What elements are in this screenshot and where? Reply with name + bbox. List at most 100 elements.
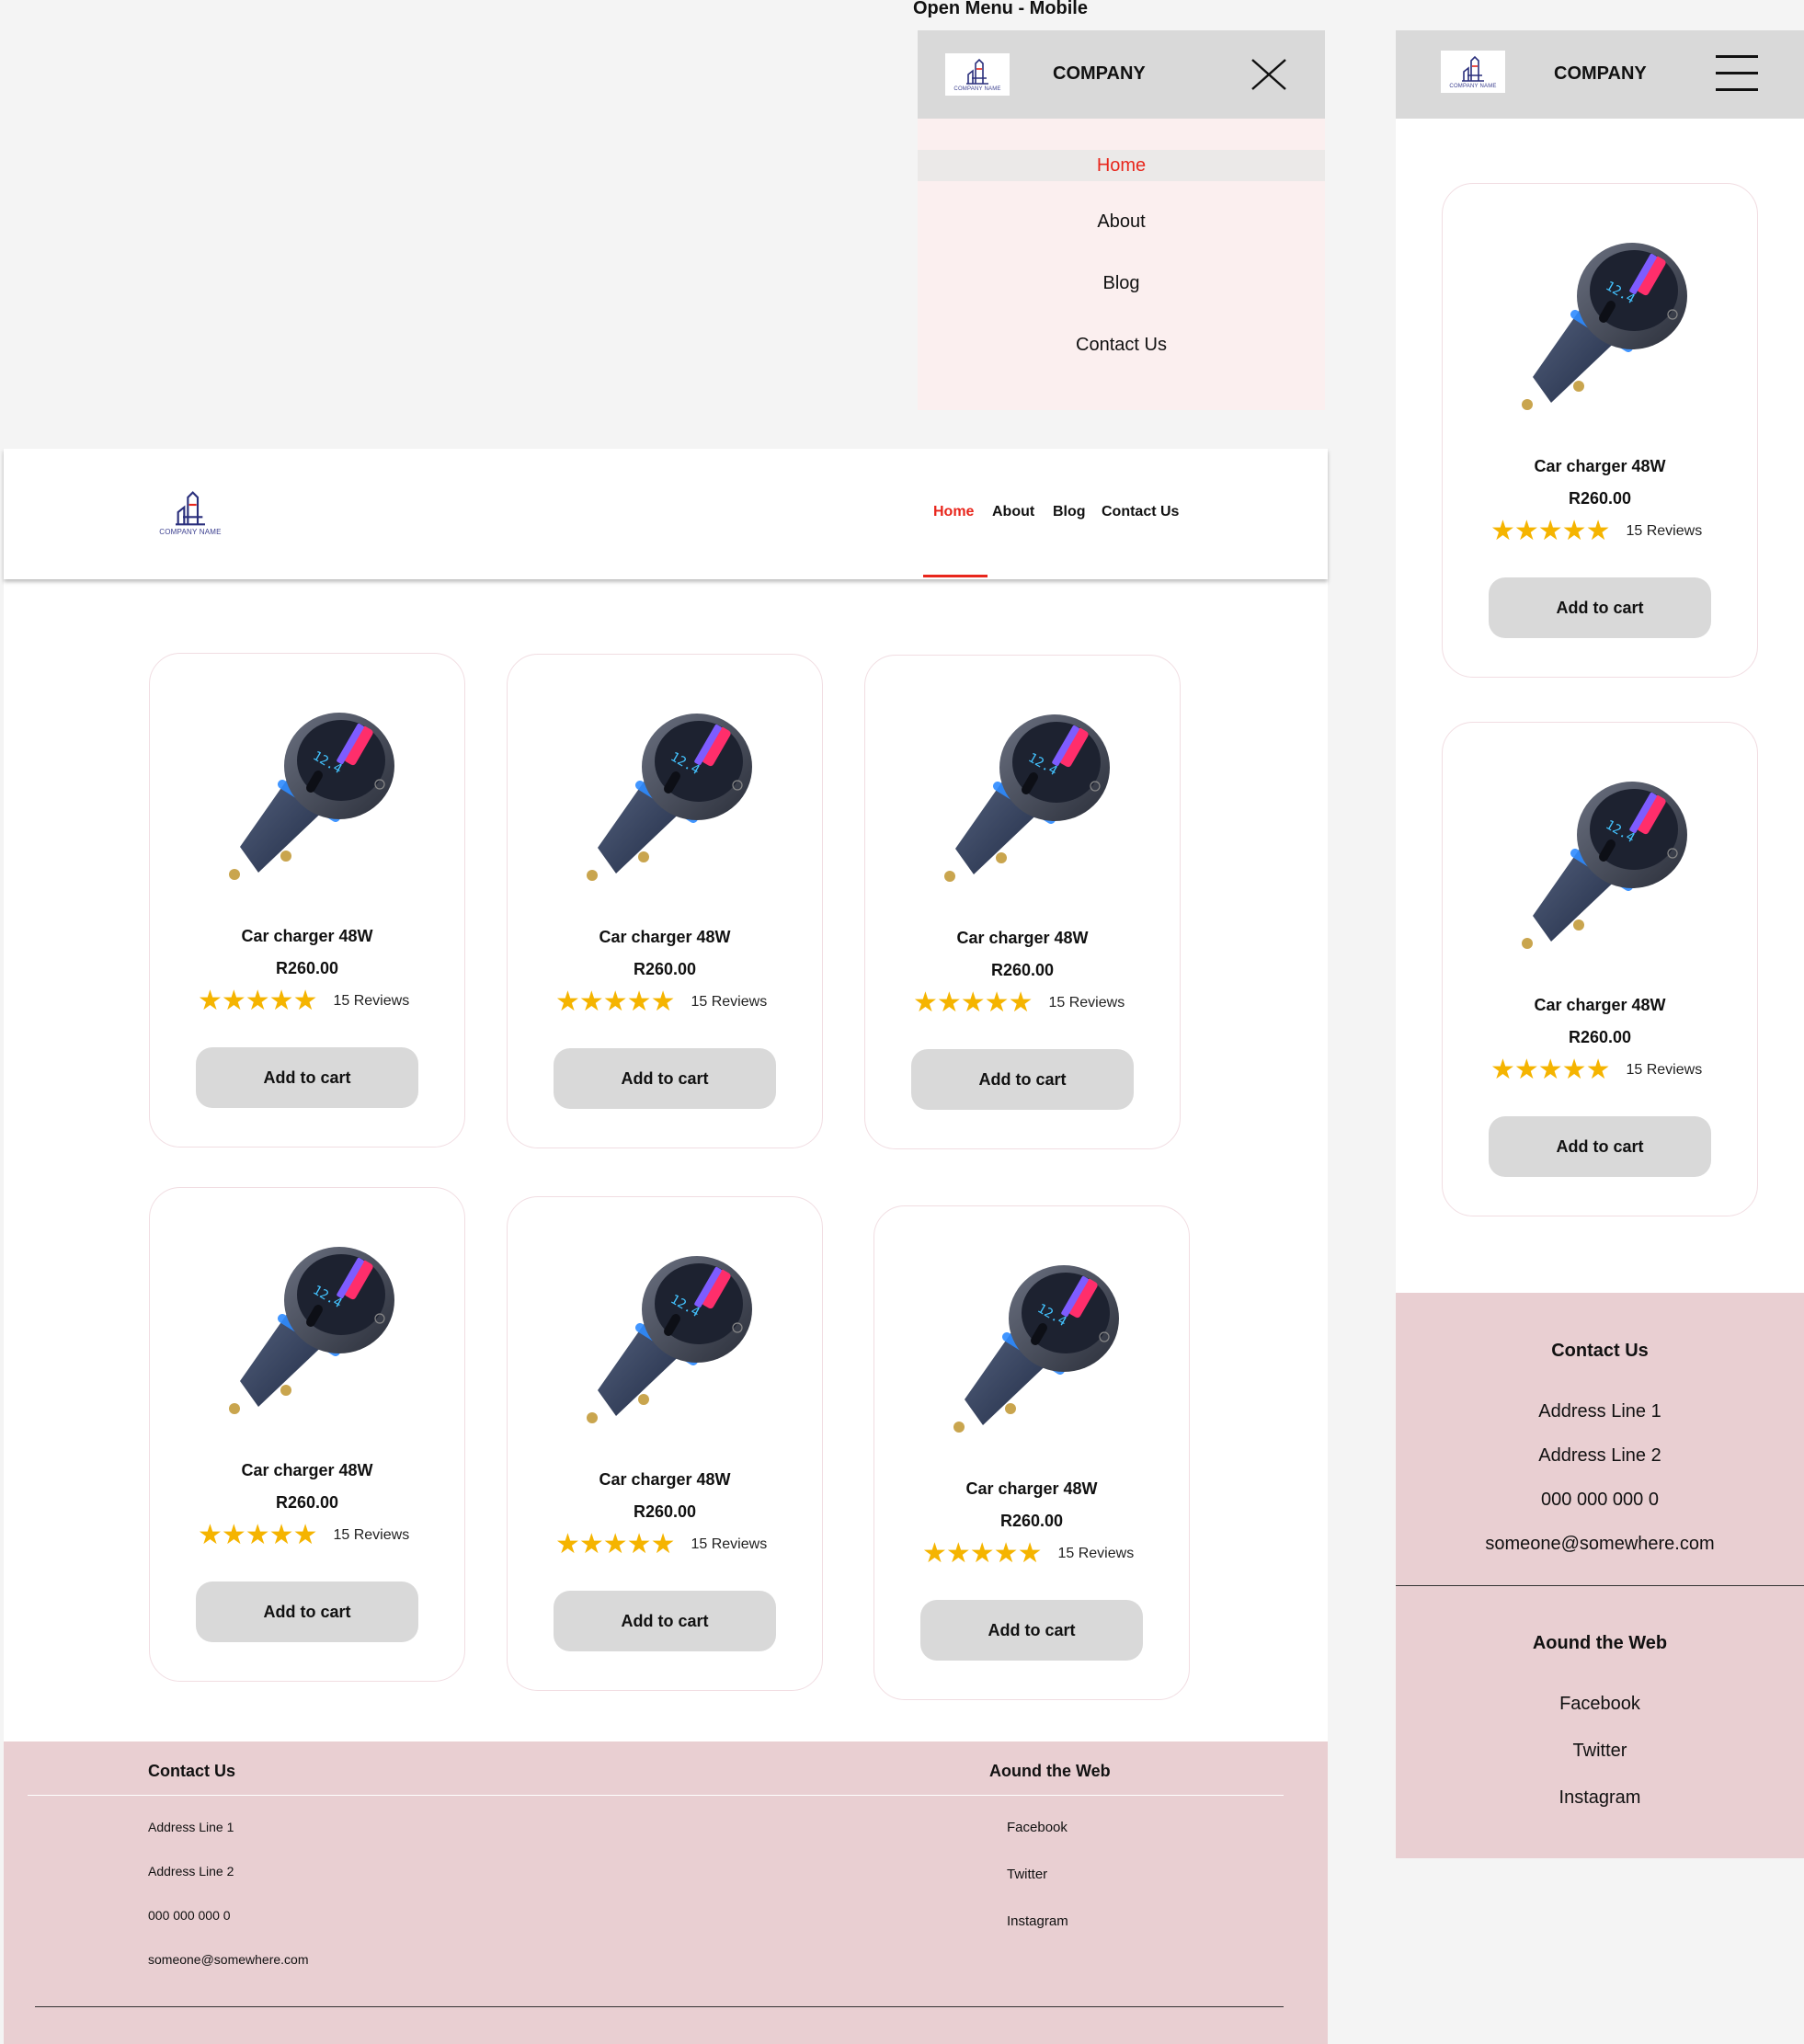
frame-label: Open Menu - Mobile <box>913 0 1088 18</box>
review-count[interactable]: 15 Reviews <box>333 993 409 1010</box>
footer-address-1: Address Line 1 <box>148 1820 234 1834</box>
close-icon[interactable] <box>1250 58 1287 91</box>
logo[interactable]: COMPANY NAME <box>1441 51 1505 93</box>
product-rating: ★★★★★ 15 Reviews <box>1490 518 1702 545</box>
star-icon: ★★★★★ <box>1490 516 1610 546</box>
car-charger-image: 12.4 <box>229 1247 394 1414</box>
car-charger-image: 12.4 <box>953 1265 1119 1433</box>
nav-about[interactable]: About <box>992 504 1034 520</box>
mobile-menu-header: COMPANY NAME COMPANY <box>918 30 1325 119</box>
hamburger-icon[interactable] <box>1716 55 1758 92</box>
footer-phone: 000 000 000 0 <box>148 1908 231 1923</box>
product-price: R260.00 <box>1568 489 1632 508</box>
mobile-menu-item-contact[interactable]: Contact Us <box>918 335 1325 356</box>
product-card: 12.4 Car charger 48W R260.00 ★★★★★ 15 Re… <box>873 1205 1190 1700</box>
product-price: R260.00 <box>633 960 697 978</box>
mobile-header: COMPANY NAME COMPANY <box>1396 30 1804 119</box>
desktop-footer: Contact Us Aound the Web Address Line 1 … <box>4 1741 1328 2044</box>
product-card: 12.4 Car charger 48W R260.00 ★★★★★ 15 Re… <box>149 653 465 1148</box>
product-rating: ★★★★★ 15 Reviews <box>555 988 767 1016</box>
mobile-footer-phone: 000 000 000 0 <box>1541 1490 1659 1510</box>
product-name[interactable]: Car charger 48W <box>1443 996 1757 1015</box>
product-name[interactable]: Car charger 48W <box>865 929 1180 948</box>
logo-label: COMPANY NAME <box>159 528 222 536</box>
logo-label: COMPANY NAME <box>1449 83 1497 89</box>
product-rating: ★★★★★ 15 Reviews <box>555 1531 767 1559</box>
product-name[interactable]: Car charger 48W <box>508 1470 822 1490</box>
add-to-cart-button[interactable]: Add to cart <box>554 1048 776 1109</box>
add-to-cart-button[interactable]: Add to cart <box>1489 1116 1711 1177</box>
logo-icon <box>176 491 205 526</box>
logo-icon <box>966 58 988 85</box>
footer-instagram[interactable]: Instagram <box>1007 1913 1068 1929</box>
car-charger-image: 12.4 <box>229 713 394 880</box>
review-count[interactable]: 15 Reviews <box>1057 1546 1134 1562</box>
star-icon: ★★★★★ <box>555 987 675 1017</box>
mobile-footer-divider <box>1396 1585 1804 1586</box>
mobile-footer-email[interactable]: someone@somewhere.com <box>1396 1534 1804 1555</box>
footer-web-title: Aound the Web <box>989 1762 1111 1780</box>
star-icon: ★★★★★ <box>198 1520 317 1550</box>
nav-contact[interactable]: Contact Us <box>1102 504 1179 520</box>
mobile-footer-facebook[interactable]: Facebook <box>1396 1694 1804 1715</box>
mobile-menu-item-home[interactable]: Home <box>918 150 1325 181</box>
add-to-cart-button[interactable]: Add to cart <box>920 1600 1143 1661</box>
mobile-footer-address-1: Address Line 1 <box>1538 1401 1661 1422</box>
footer-facebook[interactable]: Facebook <box>1007 1820 1068 1835</box>
logo[interactable]: COMPANY NAME <box>945 53 1010 96</box>
mobile-menu-item-blog[interactable]: Blog <box>918 273 1325 294</box>
product-card: 12.4 Car charger 48W R260.00 ★★★★★ 15 Re… <box>1442 722 1758 1216</box>
star-icon: ★★★★★ <box>922 1538 1042 1569</box>
footer-divider <box>28 1795 1284 1796</box>
mobile-menu-item-about[interactable]: About <box>918 211 1325 233</box>
review-count[interactable]: 15 Reviews <box>1048 995 1125 1011</box>
company-name: COMPANY <box>1053 63 1146 84</box>
star-icon: ★★★★★ <box>555 1529 675 1559</box>
mobile-footer-instagram[interactable]: Instagram <box>1396 1787 1804 1809</box>
logo[interactable]: COMPANY NAME <box>149 485 232 541</box>
star-icon: ★★★★★ <box>1490 1055 1610 1085</box>
add-to-cart-button[interactable]: Add to cart <box>1489 577 1711 638</box>
company-name: COMPANY <box>1554 63 1647 84</box>
car-charger-image: 12.4 <box>944 714 1110 882</box>
review-count[interactable]: 15 Reviews <box>1626 523 1702 540</box>
review-count[interactable]: 15 Reviews <box>1626 1062 1702 1079</box>
product-name[interactable]: Car charger 48W <box>508 928 822 947</box>
product-card: 12.4 Car charger 48W R260.00 ★★★★★ 15 Re… <box>149 1187 465 1682</box>
add-to-cart-button[interactable]: Add to cart <box>911 1049 1134 1110</box>
footer-email[interactable]: someone@somewhere.com <box>148 1952 309 1967</box>
footer-bottom-line <box>35 2006 1284 2007</box>
nav-active-indicator <box>923 575 988 577</box>
product-name[interactable]: Car charger 48W <box>150 927 464 946</box>
product-name[interactable]: Car charger 48W <box>150 1461 464 1480</box>
logo-label: COMPANY NAME <box>953 86 1001 92</box>
mobile-footer-web-title: Aound the Web <box>1532 1633 1668 1653</box>
product-rating: ★★★★★ 15 Reviews <box>198 988 409 1015</box>
car-charger-image: 12.4 <box>1522 782 1687 949</box>
car-charger-image: 12.4 <box>587 1256 752 1423</box>
product-price: R260.00 <box>275 959 339 977</box>
add-to-cart-button[interactable]: Add to cart <box>196 1047 418 1108</box>
mobile-footer-twitter[interactable]: Twitter <box>1396 1741 1804 1762</box>
footer-twitter[interactable]: Twitter <box>1007 1867 1047 1882</box>
add-to-cart-button[interactable]: Add to cart <box>196 1582 418 1642</box>
product-card: 12.4 Car charger 48W R260.00 ★★★★★ 15 Re… <box>507 1196 823 1691</box>
review-count[interactable]: 15 Reviews <box>691 1536 767 1553</box>
product-name[interactable]: Car charger 48W <box>1443 457 1757 476</box>
review-count[interactable]: 15 Reviews <box>333 1527 409 1544</box>
add-to-cart-button[interactable]: Add to cart <box>554 1591 776 1651</box>
review-count[interactable]: 15 Reviews <box>691 994 767 1011</box>
product-price: R260.00 <box>633 1502 697 1521</box>
product-price: R260.00 <box>275 1493 339 1512</box>
product-price: R260.00 <box>990 961 1055 979</box>
nav-blog[interactable]: Blog <box>1053 504 1086 520</box>
product-card: 12.4 Car charger 48W R260.00 ★★★★★ 15 Re… <box>1442 183 1758 678</box>
nav-home[interactable]: Home <box>933 504 974 520</box>
product-name[interactable]: Car charger 48W <box>874 1479 1189 1499</box>
product-rating: ★★★★★ 15 Reviews <box>198 1522 409 1549</box>
product-price: R260.00 <box>999 1512 1064 1530</box>
mobile-footer-address-2: Address Line 2 <box>1538 1445 1661 1466</box>
mobile-menu-frame: COMPANY NAME COMPANY Home About Blog Con… <box>918 30 1325 410</box>
logo-icon <box>1462 55 1484 82</box>
product-rating: ★★★★★ 15 Reviews <box>913 989 1125 1017</box>
